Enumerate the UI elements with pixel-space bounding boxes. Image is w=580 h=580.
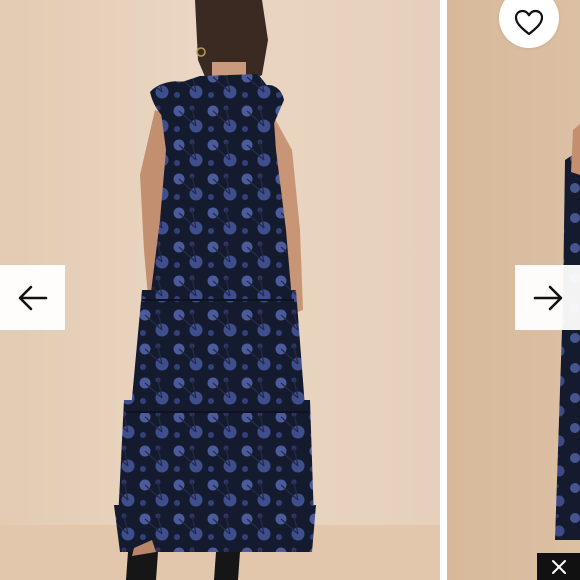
close-button[interactable] [537,553,580,580]
previous-image-button[interactable] [0,265,65,330]
arrow-right-icon [533,285,562,310]
model-in-dress-figure [114,0,316,580]
product-photo-main [0,0,440,580]
next-image-button[interactable] [515,265,580,330]
heart-outline-icon [514,9,544,36]
arrow-left-icon [18,285,47,310]
close-icon [551,559,566,574]
product-image-carousel[interactable] [0,0,580,580]
